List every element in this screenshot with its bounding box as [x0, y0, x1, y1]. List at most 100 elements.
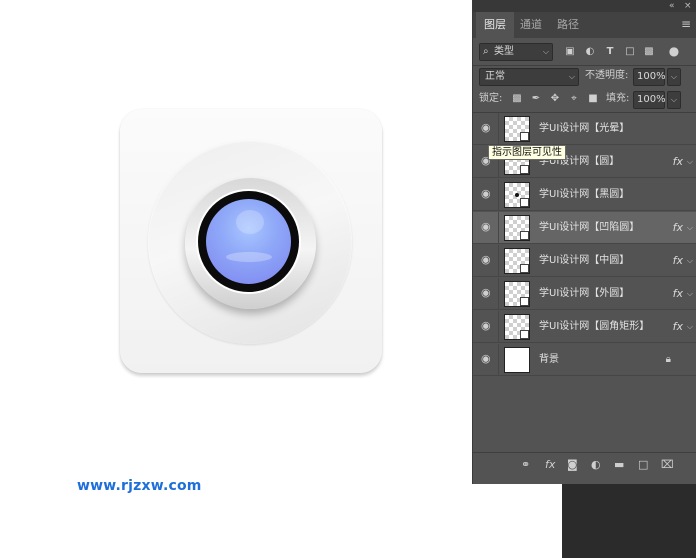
- lens-glare-shape: [236, 210, 264, 234]
- opacity-value: 100%: [637, 71, 666, 82]
- blend-row: 正常 ⌵ 不透明度: 100% ⌵: [473, 67, 696, 87]
- divider: [473, 65, 696, 66]
- layer-name[interactable]: 学UI设计网【中圆】: [539, 245, 629, 277]
- layer-effects-icon[interactable]: fx: [673, 146, 683, 178]
- opacity-dropdown[interactable]: ⌵: [667, 68, 681, 86]
- black-dot: [515, 193, 519, 197]
- lock-all-icon[interactable]: ■: [586, 91, 600, 107]
- lock-icon[interactable]: 🔒︎: [666, 344, 671, 376]
- layer-effects-icon[interactable]: fx: [673, 311, 683, 343]
- eye-icon[interactable]: ◉: [481, 221, 495, 233]
- lock-brush-icon[interactable]: ✒: [529, 91, 543, 107]
- layer-name[interactable]: 学UI设计网【光晕】: [539, 113, 629, 145]
- smart-object-badge-icon: [520, 264, 529, 273]
- close-icon[interactable]: ×: [684, 0, 692, 12]
- smart-object-badge-icon: [520, 330, 529, 339]
- blend-mode-select[interactable]: 正常 ⌵: [479, 68, 579, 86]
- link-layers-icon[interactable]: ⚭: [521, 457, 530, 473]
- lock-transparent-icon[interactable]: ▩: [510, 91, 524, 107]
- layer-thumbnail: [504, 116, 530, 142]
- collapse-icon[interactable]: «: [669, 0, 675, 12]
- lock-row: 锁定: ▩ ✒ ✥ ⌖ ■ 填充: 100% ⌵: [473, 90, 696, 110]
- fill-label: 填充:: [606, 93, 630, 104]
- lock-label: 锁定:: [479, 93, 503, 104]
- fill-dropdown[interactable]: ⌵: [667, 91, 681, 109]
- layer-thumbnail: [504, 248, 530, 274]
- smart-object-filter-icon[interactable]: ▩: [642, 44, 656, 60]
- document-canvas[interactable]: www.rjzxw.com: [0, 0, 472, 558]
- new-layer-icon[interactable]: □: [638, 457, 648, 473]
- layer-thumbnail: [504, 347, 530, 373]
- layer-row-selected[interactable]: ◉ 学UI设计网【凹陷圆】 fx ⌵: [473, 212, 696, 244]
- divider: [498, 245, 499, 277]
- chevron-down-icon[interactable]: ⌵: [687, 146, 693, 178]
- eye-icon[interactable]: ◉: [481, 353, 495, 365]
- fill-value: 100%: [637, 94, 666, 105]
- workspace-background: [562, 484, 696, 558]
- layers-panel: « × 图层 通道 路径 ≡ ⌕ 类型 ⌵ ▣ ◐ T □ ▩ ● 正常 ⌵ 不…: [472, 0, 696, 484]
- layer-row[interactable]: ◉ 学UI设计网【黑圆】: [473, 179, 696, 211]
- adjustment-layer-icon[interactable]: ◐: [591, 457, 601, 473]
- watermark-text: www.rjzxw.com: [77, 478, 202, 494]
- tab-paths[interactable]: 路径: [549, 12, 587, 38]
- type-filter-icon[interactable]: T: [603, 44, 617, 60]
- layer-thumbnail: [504, 314, 530, 340]
- opacity-field[interactable]: 100%: [633, 68, 666, 86]
- chevron-down-icon: ⌵: [568, 72, 575, 81]
- pixel-filter-icon[interactable]: ▣: [563, 44, 577, 60]
- lock-artboard-icon[interactable]: ⌖: [567, 91, 581, 107]
- filter-row: ⌕ 类型 ⌵ ▣ ◐ T □ ▩ ●: [473, 42, 696, 62]
- panel-menu-icon[interactable]: ≡: [681, 18, 691, 30]
- tab-layers[interactable]: 图层: [476, 12, 514, 38]
- layer-effects-icon[interactable]: fx: [673, 278, 683, 310]
- eye-icon[interactable]: ◉: [481, 320, 495, 332]
- chevron-down-icon[interactable]: ⌵: [687, 245, 693, 277]
- layer-row[interactable]: ◉ 学UI设计网【光晕】: [473, 113, 696, 145]
- smart-object-badge-icon: [520, 297, 529, 306]
- delete-layer-icon[interactable]: ⌧: [661, 457, 674, 473]
- blend-mode-value: 正常: [485, 71, 505, 82]
- chevron-down-icon[interactable]: ⌵: [687, 278, 693, 310]
- layer-name[interactable]: 学UI设计网【圆角矩形】: [539, 311, 649, 343]
- layer-effects-icon[interactable]: fx: [673, 212, 683, 244]
- tooltip: 指示图层可见性: [488, 145, 566, 160]
- divider: [498, 113, 499, 145]
- divider: [498, 311, 499, 343]
- smart-object-badge-icon: [520, 132, 529, 141]
- layer-thumbnail: [504, 182, 530, 208]
- layer-name[interactable]: 学UI设计网【黑圆】: [539, 179, 629, 211]
- smart-object-badge-icon: [520, 198, 529, 207]
- adjustment-filter-icon[interactable]: ◐: [583, 44, 597, 60]
- add-style-icon[interactable]: fx: [545, 457, 555, 473]
- smart-object-badge-icon: [520, 165, 529, 174]
- shape-filter-icon[interactable]: □: [623, 44, 637, 60]
- layer-name[interactable]: 学UI设计网【凹陷圆】: [539, 212, 639, 244]
- chevron-down-icon[interactable]: ⌵: [687, 212, 693, 244]
- divider: [498, 344, 499, 376]
- layer-thumbnail: [504, 281, 530, 307]
- layer-name[interactable]: 背景: [539, 344, 559, 376]
- new-group-icon[interactable]: ▬: [614, 457, 624, 473]
- lock-move-icon[interactable]: ✥: [548, 91, 562, 107]
- divider: [498, 278, 499, 310]
- filter-kind-select[interactable]: ⌕ 类型 ⌵: [479, 43, 553, 61]
- eye-icon[interactable]: ◉: [481, 287, 495, 299]
- layer-effects-icon[interactable]: fx: [673, 245, 683, 277]
- lens-highlight-shape: [226, 252, 272, 262]
- add-mask-icon[interactable]: ◙: [567, 457, 578, 473]
- tab-channels[interactable]: 通道: [512, 12, 550, 38]
- eye-icon[interactable]: ◉: [481, 122, 495, 134]
- eye-icon[interactable]: ◉: [481, 188, 495, 200]
- layer-row[interactable]: ◉ 学UI设计网【外圆】 fx ⌵: [473, 278, 696, 310]
- chevron-down-icon[interactable]: ⌵: [687, 311, 693, 343]
- layer-row-background[interactable]: ◉ 背景 🔒︎: [473, 344, 696, 376]
- divider: [498, 179, 499, 211]
- eye-icon[interactable]: ◉: [481, 254, 495, 266]
- filter-toggle-icon[interactable]: ●: [667, 43, 681, 59]
- divider: [498, 212, 499, 244]
- layer-row[interactable]: ◉ 学UI设计网【圆角矩形】 fx ⌵: [473, 311, 696, 343]
- panel-tabs: 图层 通道 路径 ≡: [473, 12, 696, 38]
- layer-name[interactable]: 学UI设计网【外圆】: [539, 278, 629, 310]
- fill-field[interactable]: 100%: [633, 91, 666, 109]
- layer-row[interactable]: ◉ 学UI设计网【中圆】 fx ⌵: [473, 245, 696, 277]
